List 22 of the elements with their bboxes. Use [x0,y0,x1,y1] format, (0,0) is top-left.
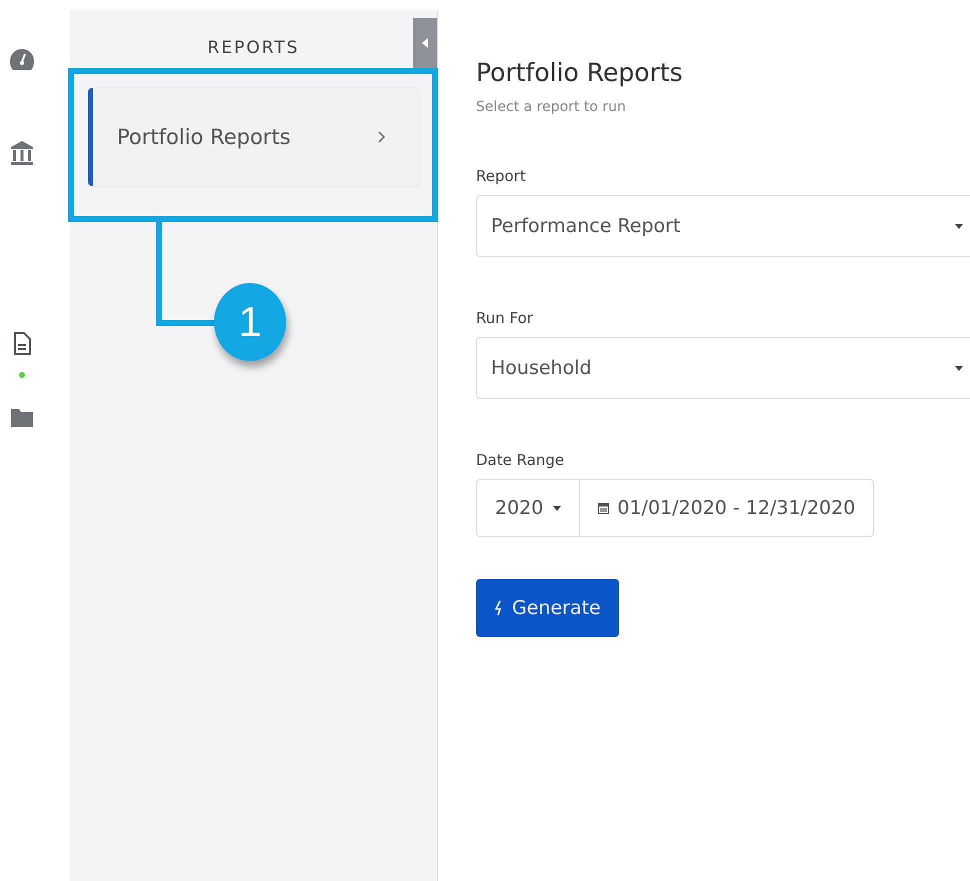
bank-icon[interactable] [10,140,34,166]
sidebar-item[interactable]: Portfolio Reports [88,88,419,186]
caret-icon [422,38,428,48]
select-field[interactable]: Household [476,337,970,399]
caret-icon [955,224,963,228]
select-field[interactable]: Performance Report [476,195,970,257]
bolt-icon [494,600,504,616]
field-label: Date Range [476,451,566,469]
callout-badge: 1 [214,283,286,361]
chevron-icon [378,131,385,143]
field-label: Run For [476,309,534,327]
generate-button[interactable]: Generate [476,579,619,637]
gauge-icon[interactable] [9,48,35,72]
sidebar-title: REPORTS [208,38,300,58]
active-dot [19,372,25,378]
field-label: Report [476,167,527,185]
page-title: Portfolio Reports [476,58,684,87]
collapse-button[interactable] [413,18,437,68]
page-subtitle: Select a report to run [476,99,627,115]
caret-icon [955,366,963,370]
document-icon[interactable] [13,332,31,356]
folder-icon[interactable] [10,408,34,428]
